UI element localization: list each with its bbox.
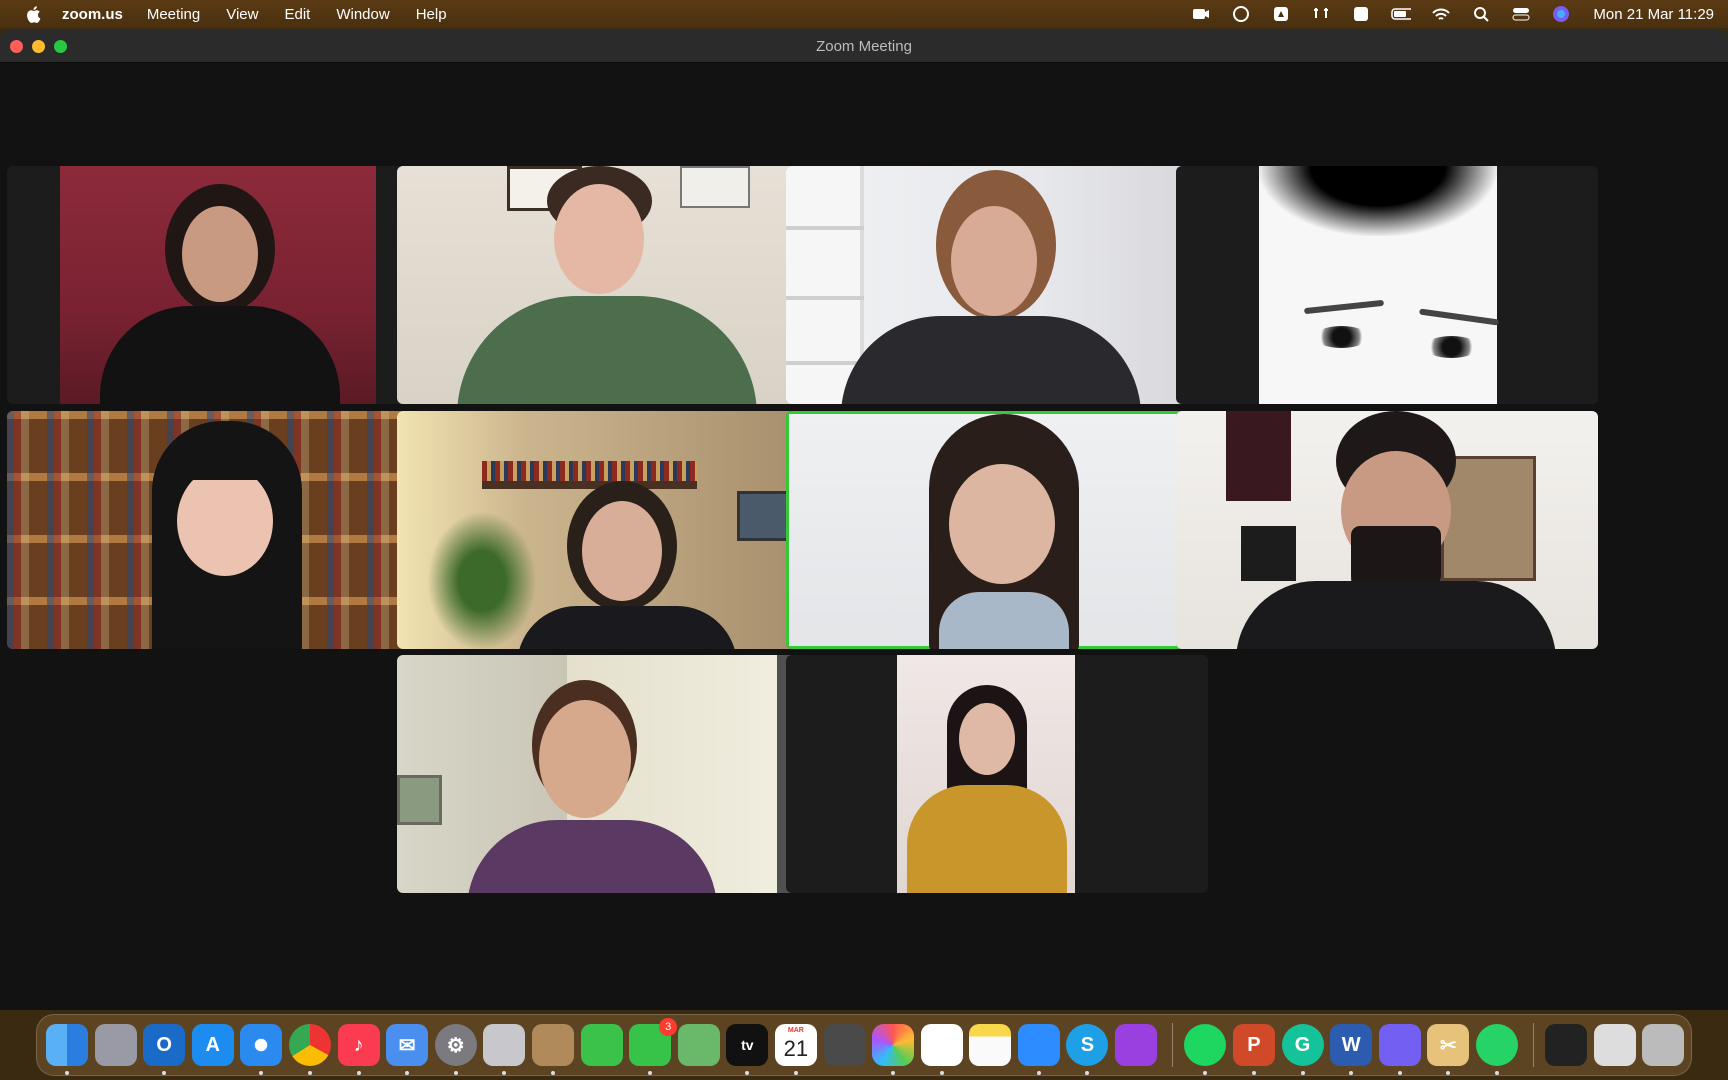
participant-video	[60, 166, 376, 404]
video-tile[interactable]	[397, 411, 819, 649]
battery-icon[interactable]	[1391, 5, 1412, 23]
drive-status-icon[interactable]	[1271, 5, 1291, 23]
reminders-icon[interactable]	[920, 1024, 963, 1075]
spotify-icon[interactable]	[1184, 1024, 1227, 1075]
participant-video	[897, 655, 1075, 893]
zoom-meeting-window: Zoom Meeting	[0, 30, 1728, 1010]
participant-video	[789, 414, 1205, 649]
participant-video	[786, 166, 1208, 404]
apple-menu-icon[interactable]	[22, 3, 44, 25]
facetime-icon[interactable]	[580, 1024, 623, 1066]
siri-icon[interactable]	[1551, 5, 1571, 23]
participant-video	[397, 166, 819, 404]
trash-icon[interactable]	[1642, 1024, 1685, 1066]
preview-icon[interactable]	[483, 1024, 526, 1075]
video-tile[interactable]	[786, 655, 1208, 893]
video-tile[interactable]	[7, 166, 429, 404]
safari-icon[interactable]	[240, 1024, 283, 1075]
viber-status-icon[interactable]	[1231, 5, 1251, 23]
maps-icon[interactable]	[677, 1024, 720, 1066]
dock-separator	[1532, 1023, 1534, 1067]
apple-tv-icon[interactable]: tv	[726, 1024, 769, 1075]
menu-help[interactable]: Help	[416, 6, 447, 23]
participant-video	[1176, 411, 1598, 649]
menu-meeting[interactable]: Meeting	[147, 6, 200, 23]
zoom-icon[interactable]	[1017, 1024, 1060, 1075]
airpods-status-icon[interactable]	[1311, 5, 1331, 23]
menu-app-name[interactable]: zoom.us	[62, 6, 123, 23]
skype-icon[interactable]: S	[1066, 1024, 1109, 1075]
menubar-clock[interactable]: Mon 21 Mar 11:29	[1593, 6, 1714, 23]
participant-video	[397, 655, 819, 893]
photos-icon[interactable]	[872, 1024, 915, 1075]
participant-video	[397, 411, 819, 649]
messages-icon[interactable]: 3	[629, 1018, 678, 1075]
screenshot-icon[interactable]: ✂	[1427, 1024, 1470, 1075]
recent-window-icon[interactable]	[1545, 1024, 1588, 1066]
active-speaker-tile[interactable]	[786, 411, 1208, 649]
calendar-day: 21	[783, 1036, 809, 1061]
tv-label: tv	[741, 1037, 754, 1053]
dock: O A ♪ ✉ ⚙ 3 tv MAR 21 S P G W ✂	[36, 1014, 1692, 1076]
video-tile[interactable]	[397, 655, 819, 893]
finder-icon[interactable]	[46, 1024, 88, 1075]
video-tile[interactable]	[397, 166, 819, 404]
video-tile[interactable]	[1176, 411, 1598, 649]
messages-badge: 3	[659, 1018, 678, 1036]
participant-video	[1259, 166, 1500, 404]
window-title: Zoom Meeting	[816, 38, 912, 55]
zoom-status-icon[interactable]	[1191, 5, 1211, 23]
whatsapp-icon[interactable]	[1475, 1024, 1518, 1075]
chrome-icon[interactable]	[288, 1024, 331, 1075]
word-icon[interactable]: W	[1330, 1024, 1373, 1075]
grammarly-icon[interactable]: G	[1281, 1024, 1324, 1075]
recent-document-icon[interactable]	[1593, 1024, 1636, 1066]
viber-icon[interactable]	[1378, 1024, 1421, 1075]
music-icon[interactable]: ♪	[337, 1024, 380, 1075]
dock-separator	[1171, 1023, 1173, 1067]
app-store-icon[interactable]: A	[191, 1024, 234, 1066]
mail-icon[interactable]: ✉	[386, 1024, 429, 1075]
calculator-icon[interactable]	[823, 1024, 866, 1066]
participant-video	[7, 411, 429, 649]
wifi-icon[interactable]	[1431, 5, 1451, 23]
menu-bar: zoom.us Meeting View Edit Window Help Mo…	[0, 0, 1728, 28]
calendar-icon[interactable]: MAR 21	[774, 1024, 817, 1075]
video-tile[interactable]	[786, 166, 1208, 404]
control-center-icon[interactable]	[1511, 5, 1531, 23]
podcasts-icon[interactable]	[1115, 1024, 1158, 1066]
outlook-icon[interactable]: O	[143, 1024, 186, 1075]
video-tile[interactable]	[1176, 166, 1598, 404]
video-tile[interactable]	[7, 411, 429, 649]
window-titlebar: Zoom Meeting	[0, 30, 1728, 63]
calendar-month: MAR	[787, 1027, 804, 1034]
menu-edit[interactable]: Edit	[284, 6, 310, 23]
spotlight-search-icon[interactable]	[1471, 5, 1491, 23]
launchpad-icon[interactable]	[94, 1024, 137, 1066]
app-status-icon[interactable]	[1351, 5, 1371, 23]
system-preferences-icon[interactable]: ⚙	[434, 1024, 477, 1075]
notes-icon[interactable]	[969, 1024, 1012, 1066]
menu-view[interactable]: View	[226, 6, 258, 23]
powerpoint-icon[interactable]: P	[1232, 1024, 1275, 1075]
menu-window[interactable]: Window	[336, 6, 389, 23]
contacts-icon[interactable]	[531, 1024, 574, 1075]
